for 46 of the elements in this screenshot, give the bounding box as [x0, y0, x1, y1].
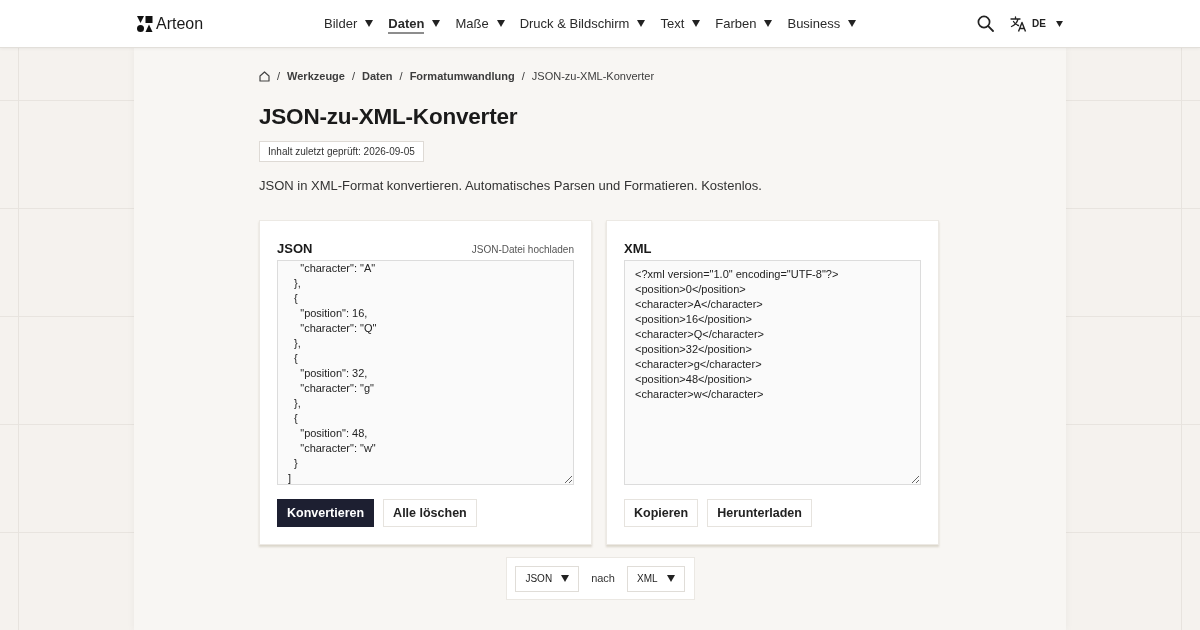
breadcrumb-current-page: JSON-zu-XML-Konverter	[531, 69, 655, 84]
caret-icon	[561, 575, 570, 582]
convert-button[interactable]: Konvertieren	[277, 499, 375, 527]
breadcrumb-link[interactable]: Daten	[362, 68, 393, 84]
nav-menu-link[interactable]: Maße	[455, 13, 505, 34]
upload-file-link[interactable]: JSON-Datei hochladen	[471, 243, 574, 257]
search-icon[interactable]	[977, 15, 995, 32]
caret-icon	[496, 20, 505, 27]
nav-menu-link[interactable]: Text	[660, 13, 701, 34]
page-description: JSON in XML-Format konvertieren. Automatisches Parsen und Formatieren. Kostenlos.	[259, 177, 763, 195]
caret-icon	[692, 20, 701, 27]
caret-icon	[848, 20, 857, 27]
json-input-field[interactable]: "character": "A" }, { "position": 16, "character": "Q" }, { "position": 32, "character": "g" }, { "position": 48, "character": "w" } ]	[277, 260, 574, 485]
caret-icon	[666, 575, 675, 582]
caret-icon	[637, 20, 646, 27]
page-title: JSON-zu-XML-Konverter	[259, 103, 519, 131]
copy-button[interactable]: Kopieren	[624, 499, 699, 527]
source-format-select[interactable]: JSON	[515, 565, 580, 592]
breadcrumb-separator: /	[277, 69, 281, 84]
breadcrumb-separator: /	[399, 69, 403, 84]
caret-icon	[432, 20, 441, 27]
target-format-select[interactable]: XML	[627, 565, 685, 592]
panel-title: XML	[624, 241, 652, 257]
nav-menu-link[interactable]: Farben	[715, 13, 773, 34]
breadcrumb-separator: /	[521, 69, 525, 84]
nav-menu-link[interactable]: Business	[787, 13, 857, 34]
translate-icon	[1010, 15, 1028, 32]
review-date-label: Inhalt zuletzt geprüft: 2026-09-05	[259, 141, 424, 162]
home-icon[interactable]	[259, 70, 270, 82]
download-button[interactable]: Herunterladen	[707, 499, 812, 527]
format-separator-text: nach	[591, 571, 615, 587]
nav-menu-link[interactable]: Druck & Bildschirm	[519, 13, 646, 34]
breadcrumb-separator: /	[351, 69, 355, 84]
caret-icon	[764, 20, 773, 27]
home-logo-link[interactable]: Arteon	[137, 13, 204, 34]
nav-menu-link[interactable]: Daten	[388, 13, 441, 34]
caret-icon	[365, 20, 374, 27]
caret-icon	[1056, 20, 1063, 27]
nav-menu-link[interactable]: Bilder	[324, 13, 374, 34]
language-select[interactable]: DE	[1010, 15, 1063, 32]
xml-output-field[interactable]: <?xml version="1.0" encoding="UTF-8"?> <position>0</position> <character>A</character> <position>16</position> <character>Q</character> <position>32</position> <character>g</character> <position>48</position> <character>w</character>	[624, 260, 921, 485]
breadcrumb-link[interactable]: Werkzeuge	[287, 68, 345, 84]
logo-icon	[137, 15, 153, 32]
clear-all-button[interactable]: Alle löschen	[383, 499, 477, 527]
breadcrumb-link[interactable]: Formatumwandlung	[409, 68, 515, 84]
panel-title: JSON	[277, 241, 313, 257]
